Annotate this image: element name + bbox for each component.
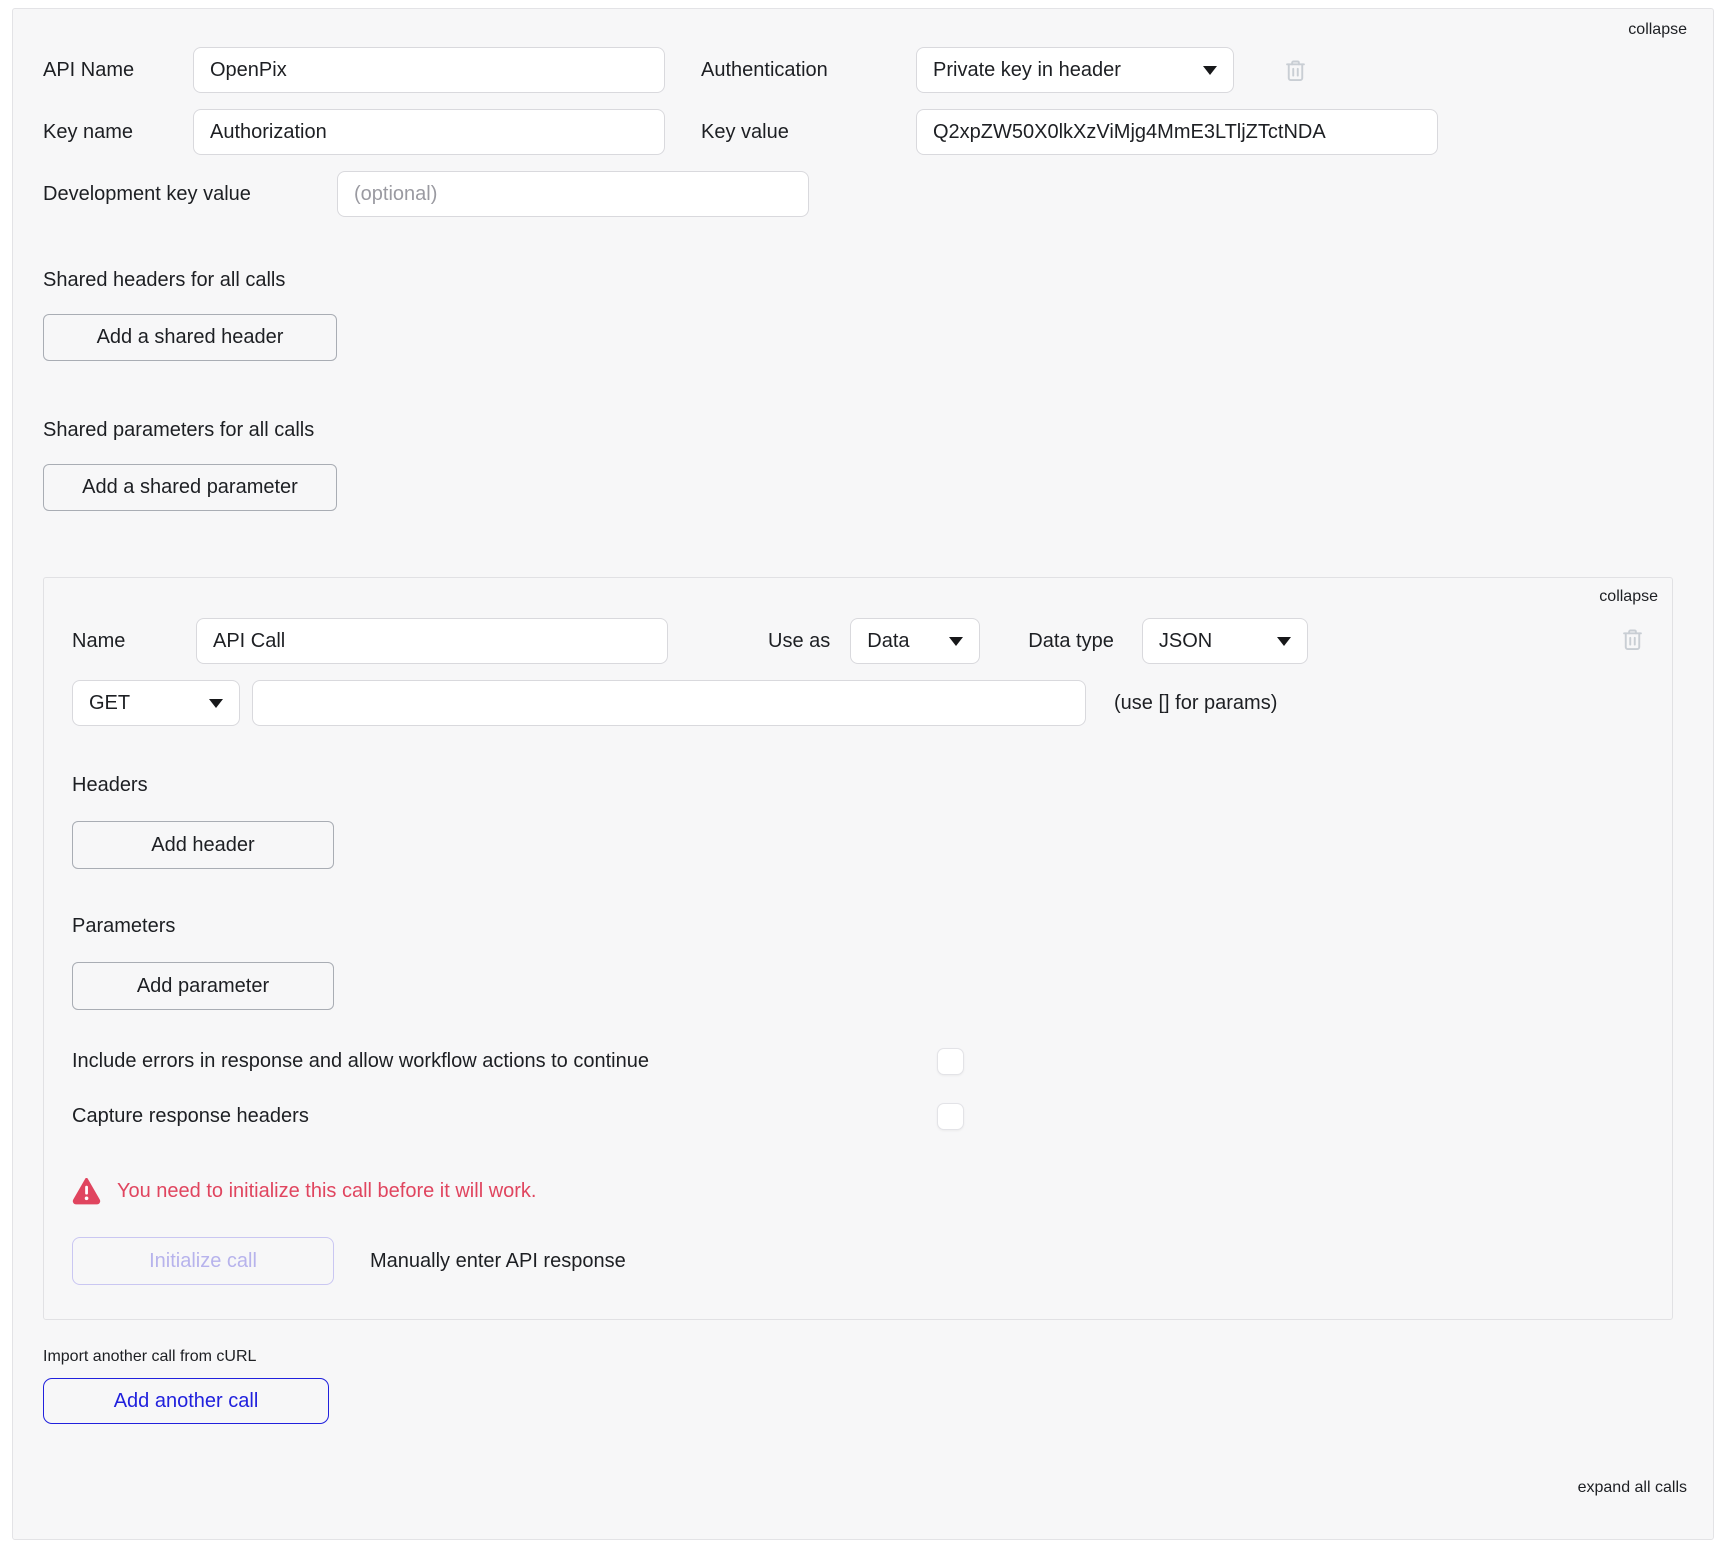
include-errors-label: Include errors in response and allow wor… <box>72 1050 649 1073</box>
initialize-call-button[interactable]: Initialize call <box>72 1237 334 1285</box>
data-type-label: Data type <box>1028 630 1114 653</box>
parameters-heading: Parameters <box>72 915 1644 938</box>
delete-api-button[interactable] <box>1282 57 1309 84</box>
caret-down-icon <box>949 637 963 646</box>
data-type-select[interactable]: JSON <box>1142 618 1308 664</box>
expand-all-calls-link[interactable]: expand all calls <box>1578 1479 1687 1497</box>
capture-headers-checkbox[interactable] <box>937 1103 964 1130</box>
url-input[interactable] <box>252 680 1086 726</box>
api-name-row: API Name Authentication Private key in h… <box>43 47 1683 93</box>
initialize-row: Initialize call Manually enter API respo… <box>72 1237 1644 1285</box>
add-parameter-button[interactable]: Add parameter <box>72 962 334 1010</box>
import-curl-link[interactable]: Import another call from cURL <box>43 1348 1683 1366</box>
warning-icon <box>72 1178 101 1205</box>
authentication-select-value: Private key in header <box>933 59 1121 82</box>
authentication-label: Authentication <box>701 59 916 82</box>
url-params-hint: (use [] for params) <box>1114 692 1277 715</box>
api-config-panel: collapse API Name Authentication Private… <box>12 8 1714 1540</box>
add-header-button[interactable]: Add header <box>72 821 334 869</box>
call-url-row: GET (use [] for params) <box>72 680 1644 726</box>
caret-down-icon <box>1277 637 1291 646</box>
capture-headers-label: Capture response headers <box>72 1105 309 1128</box>
add-shared-header-button[interactable]: Add a shared header <box>43 314 337 361</box>
key-name-label: Key name <box>43 121 193 144</box>
shared-parameters-heading: Shared parameters for all calls <box>43 419 1683 442</box>
key-value-label: Key value <box>701 121 916 144</box>
data-type-select-value: JSON <box>1159 630 1212 653</box>
caret-down-icon <box>1203 66 1217 75</box>
collapse-api-link[interactable]: collapse <box>1628 21 1687 39</box>
caret-down-icon <box>209 699 223 708</box>
api-name-input[interactable] <box>193 47 665 93</box>
method-select-value: GET <box>89 692 130 715</box>
development-key-row: Development key value <box>43 171 1683 217</box>
shared-headers-heading: Shared headers for all calls <box>43 269 1683 292</box>
capture-headers-option-row: Capture response headers <box>72 1103 964 1130</box>
use-as-label: Use as <box>768 630 830 653</box>
include-errors-checkbox[interactable] <box>937 1048 964 1075</box>
add-shared-parameter-button[interactable]: Add a shared parameter <box>43 464 337 511</box>
trash-icon <box>1282 57 1309 84</box>
collapse-call-link[interactable]: collapse <box>1599 588 1658 606</box>
use-as-select-value: Data <box>867 630 909 653</box>
headers-heading: Headers <box>72 774 1644 797</box>
key-value-input[interactable] <box>916 109 1438 155</box>
include-errors-option-row: Include errors in response and allow wor… <box>72 1048 964 1075</box>
warning-text: You need to initialize this call before … <box>117 1180 536 1203</box>
development-key-label: Development key value <box>43 183 337 206</box>
call-name-input[interactable] <box>196 618 668 664</box>
api-name-label: API Name <box>43 59 193 82</box>
key-row: Key name Key value <box>43 109 1683 155</box>
authentication-select[interactable]: Private key in header <box>916 47 1234 93</box>
key-name-input[interactable] <box>193 109 665 155</box>
method-select[interactable]: GET <box>72 680 240 726</box>
add-another-call-button[interactable]: Add another call <box>43 1378 329 1424</box>
api-call-card: collapse Name Use as Data Data type JSON <box>43 577 1673 1320</box>
initialize-warning: You need to initialize this call before … <box>72 1178 1644 1205</box>
manual-response-link[interactable]: Manually enter API response <box>370 1250 626 1273</box>
call-name-label: Name <box>72 630 196 653</box>
trash-icon <box>1619 626 1646 653</box>
development-key-input[interactable] <box>337 171 809 217</box>
call-name-row: Name Use as Data Data type JSON <box>72 618 1644 664</box>
delete-call-button[interactable] <box>1619 626 1646 653</box>
use-as-select[interactable]: Data <box>850 618 980 664</box>
